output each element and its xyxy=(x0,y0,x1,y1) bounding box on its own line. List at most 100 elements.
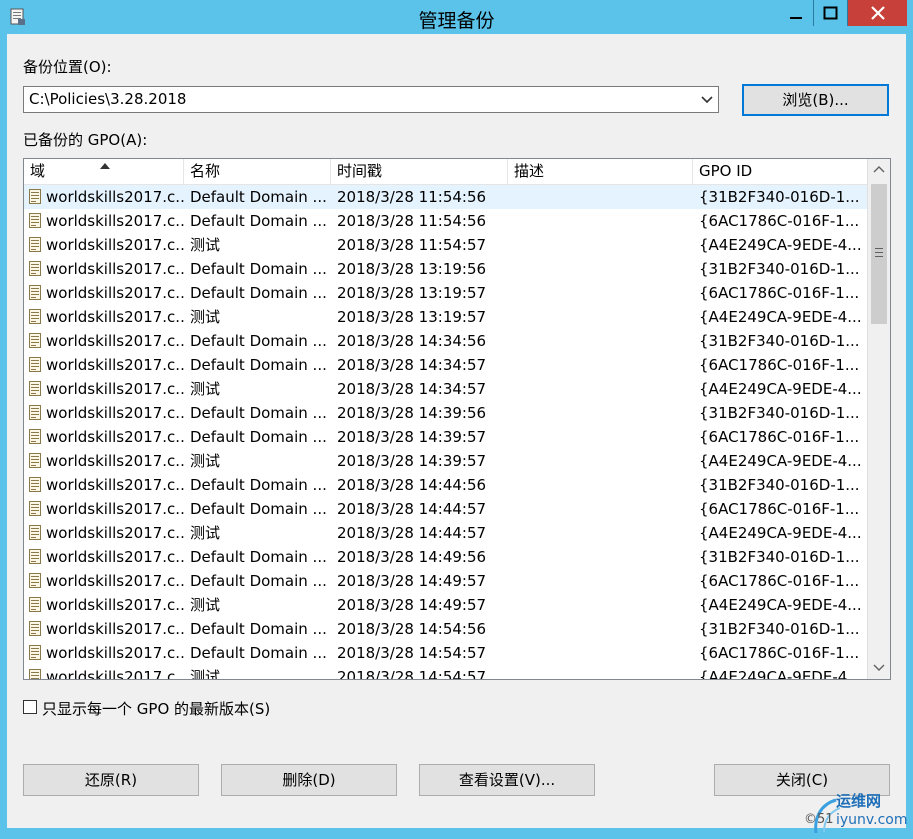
vertical-scrollbar[interactable] xyxy=(867,159,890,679)
cell-timestamp: 2018/3/28 14:49:57 xyxy=(337,596,487,614)
table-row[interactable]: worldskills2017.c... Default Domain ... 20… xyxy=(24,497,867,521)
cell-gpo-id: {31B2F340-016D-1... xyxy=(699,188,860,206)
backup-location-combobox[interactable]: C:\Policies\3.28.2018 xyxy=(23,86,719,113)
gpo-backup-icon xyxy=(29,645,41,660)
table-row[interactable]: worldskills2017.c... 测试 2018/3/28 14:54:57… xyxy=(24,665,867,680)
table-row[interactable]: worldskills2017.c... 测试 2018/3/28 13:19:57… xyxy=(24,305,867,329)
cell-description xyxy=(514,257,689,281)
scroll-up-icon[interactable] xyxy=(868,159,890,181)
table-row[interactable]: worldskills2017.c... Default Domain ... 20… xyxy=(24,353,867,377)
cell-timestamp: 2018/3/28 14:34:57 xyxy=(337,380,487,398)
column-header-description[interactable]: 描述 xyxy=(508,159,693,184)
cell-gpo-id: {A4E249CA-9EDE-4... xyxy=(699,236,862,254)
close-window-button[interactable] xyxy=(847,0,907,26)
cell-timestamp: 2018/3/28 14:54:56 xyxy=(337,620,487,638)
cell-name: 测试 xyxy=(190,668,221,680)
table-row[interactable]: worldskills2017.c... Default Domain ... 20… xyxy=(24,185,867,209)
column-header-domain[interactable]: 域 xyxy=(24,159,184,184)
watermark-logo: 运维网 ©51 iyunv.com xyxy=(802,786,913,835)
cell-domain: worldskills2017.c... xyxy=(46,476,184,494)
gpo-backup-icon xyxy=(29,237,41,252)
latest-version-checkbox[interactable] xyxy=(23,700,37,714)
cell-domain: worldskills2017.c... xyxy=(46,572,184,590)
column-header-gpo-id[interactable]: GPO ID xyxy=(693,159,867,184)
delete-button[interactable]: 删除(D) xyxy=(221,764,397,796)
table-row[interactable]: worldskills2017.c... 测试 2018/3/28 14:49:57… xyxy=(24,593,867,617)
cell-domain: worldskills2017.c... xyxy=(46,212,184,230)
cell-description xyxy=(514,353,689,377)
cell-domain: worldskills2017.c... xyxy=(46,452,184,470)
table-row[interactable]: worldskills2017.c... Default Domain ... 20… xyxy=(24,281,867,305)
cell-description xyxy=(514,641,689,665)
gpo-backup-icon xyxy=(29,573,41,588)
cell-timestamp: 2018/3/28 13:19:57 xyxy=(337,308,487,326)
column-header-timestamp[interactable]: 时间戳 xyxy=(331,159,508,184)
backup-list[interactable]: 域 名称 时间戳 描述 GPO ID worldskills2017.c... D… xyxy=(23,158,891,680)
table-row[interactable]: worldskills2017.c... Default Domain ... 20… xyxy=(24,425,867,449)
list-header: 域 名称 时间戳 描述 GPO ID xyxy=(24,159,867,185)
table-row[interactable]: worldskills2017.c... 测试 2018/3/28 11:54:57… xyxy=(24,233,867,257)
table-row[interactable]: worldskills2017.c... Default Domain ... 20… xyxy=(24,209,867,233)
scroll-thumb[interactable] xyxy=(871,184,887,324)
table-row[interactable]: worldskills2017.c... Default Domain ... 20… xyxy=(24,473,867,497)
cell-name: 测试 xyxy=(190,236,221,254)
cell-gpo-id: {6AC1786C-016F-1... xyxy=(699,356,860,374)
cell-name: Default Domain ... xyxy=(190,260,327,278)
cell-domain: worldskills2017.c... xyxy=(46,596,184,614)
watermark-prefix: ©51 xyxy=(804,812,834,827)
cell-description xyxy=(514,281,689,305)
cell-description xyxy=(514,497,689,521)
cell-gpo-id: {A4E249CA-9EDE-4... xyxy=(699,596,862,614)
chevron-down-icon[interactable] xyxy=(700,93,714,107)
cell-description xyxy=(514,377,689,401)
maximize-button[interactable] xyxy=(813,0,847,26)
table-row[interactable]: worldskills2017.c... Default Domain ... 20… xyxy=(24,401,867,425)
cell-name: Default Domain ... xyxy=(190,548,327,566)
scroll-down-icon[interactable] xyxy=(868,656,890,678)
title-bar[interactable]: 管理备份 xyxy=(0,0,913,34)
table-row[interactable]: worldskills2017.c... 测试 2018/3/28 14:44:57… xyxy=(24,521,867,545)
list-rows: worldskills2017.c... Default Domain ... 20… xyxy=(24,185,867,680)
table-row[interactable]: worldskills2017.c... Default Domain ... 20… xyxy=(24,569,867,593)
table-row[interactable]: worldskills2017.c... Default Domain ... 20… xyxy=(24,617,867,641)
cell-timestamp: 2018/3/28 14:44:57 xyxy=(337,524,487,542)
minimize-button[interactable] xyxy=(779,0,813,26)
cell-name: 测试 xyxy=(190,380,221,398)
cell-timestamp: 2018/3/28 14:49:57 xyxy=(337,572,487,590)
cell-domain: worldskills2017.c... xyxy=(46,548,184,566)
cell-gpo-id: {31B2F340-016D-1... xyxy=(699,548,860,566)
table-row[interactable]: worldskills2017.c... Default Domain ... 20… xyxy=(24,257,867,281)
table-row[interactable]: worldskills2017.c... Default Domain ... 20… xyxy=(24,641,867,665)
cell-domain: worldskills2017.c... xyxy=(46,332,184,350)
cell-name: Default Domain ... xyxy=(190,500,327,518)
cell-description xyxy=(514,233,689,257)
column-header-name[interactable]: 名称 xyxy=(184,159,331,184)
cell-domain: worldskills2017.c... xyxy=(46,236,184,254)
table-row[interactable]: worldskills2017.c... 测试 2018/3/28 14:34:57… xyxy=(24,377,867,401)
view-settings-button[interactable]: 查看设置(V)... xyxy=(419,764,595,796)
cell-name: Default Domain ... xyxy=(190,212,327,230)
cell-description xyxy=(514,473,689,497)
cell-name: Default Domain ... xyxy=(190,284,327,302)
cell-timestamp: 2018/3/28 14:44:56 xyxy=(337,476,487,494)
cell-description xyxy=(514,329,689,353)
browse-button[interactable]: 浏览(B)... xyxy=(742,84,889,116)
restore-button[interactable]: 还原(R) xyxy=(23,764,199,796)
cell-gpo-id: {31B2F340-016D-1... xyxy=(699,404,860,422)
cell-domain: worldskills2017.c... xyxy=(46,668,184,680)
cell-description xyxy=(514,545,689,569)
gpo-backup-icon xyxy=(29,549,41,564)
cell-timestamp: 2018/3/28 14:54:57 xyxy=(337,668,487,680)
cell-name: Default Domain ... xyxy=(190,572,327,590)
cell-name: Default Domain ... xyxy=(190,356,327,374)
gpo-backup-icon xyxy=(29,501,41,516)
cell-name: 测试 xyxy=(190,524,221,542)
table-row[interactable]: worldskills2017.c... 测试 2018/3/28 14:39:57… xyxy=(24,449,867,473)
gpo-backup-icon xyxy=(29,477,41,492)
latest-version-label[interactable]: 只显示每一个 GPO 的最新版本(S) xyxy=(42,698,270,719)
cell-timestamp: 2018/3/28 14:34:57 xyxy=(337,356,487,374)
table-row[interactable]: worldskills2017.c... Default Domain ... 20… xyxy=(24,545,867,569)
close-icon xyxy=(871,6,885,20)
backup-location-label: 备份位置(O): xyxy=(23,58,112,76)
table-row[interactable]: worldskills2017.c... Default Domain ... 20… xyxy=(24,329,867,353)
